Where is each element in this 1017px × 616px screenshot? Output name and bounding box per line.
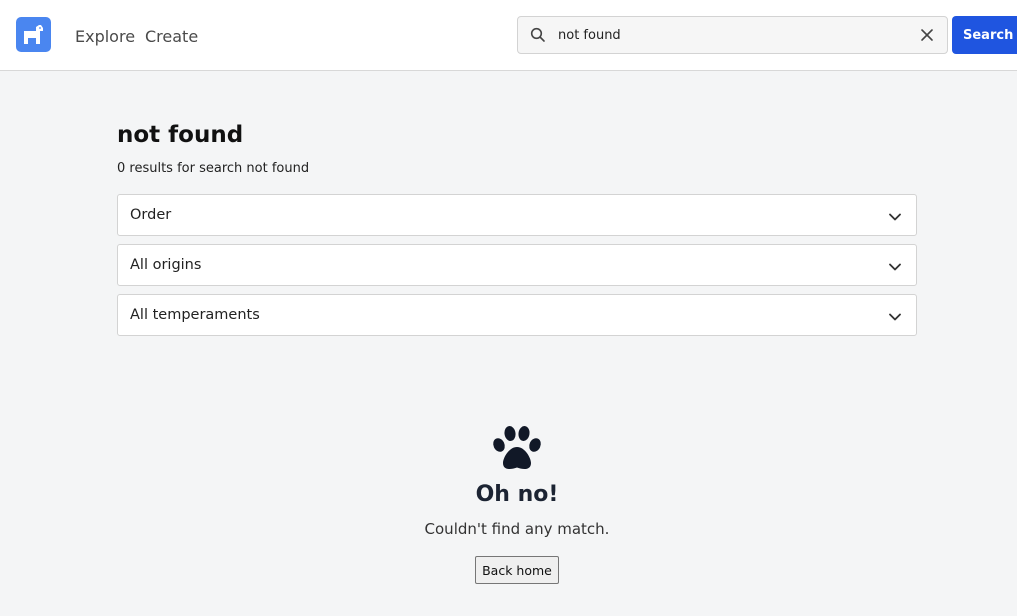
page-title: not found: [117, 122, 244, 148]
logo-home-link[interactable]: [16, 17, 51, 52]
back-home-button[interactable]: Back home: [475, 556, 559, 584]
clear-search-icon[interactable]: [919, 27, 935, 43]
nav-create-link[interactable]: Create: [145, 27, 198, 46]
order-select-label: Order: [130, 207, 172, 223]
origins-select[interactable]: All origins: [117, 244, 917, 286]
empty-state: Oh no! Couldn't find any match. Back hom…: [317, 420, 717, 584]
temperaments-select[interactable]: All temperaments: [117, 294, 917, 336]
order-select[interactable]: Order: [117, 194, 917, 236]
temperaments-select-label: All temperaments: [130, 307, 260, 323]
search-input[interactable]: [558, 17, 898, 53]
empty-state-title: Oh no!: [475, 482, 559, 507]
dog-logo-icon: [24, 25, 43, 44]
navbar: Explore Create Search: [0, 0, 1017, 71]
chevron-down-icon: [888, 209, 902, 228]
chevron-down-icon: [888, 259, 902, 278]
origins-select-label: All origins: [130, 257, 202, 273]
result-count: 0 results for search not found: [117, 161, 310, 176]
chevron-down-icon: [888, 309, 902, 328]
search-icon: [530, 27, 546, 47]
search-box: [517, 16, 948, 54]
paw-icon: [490, 425, 544, 477]
empty-state-message: Couldn't find any match.: [424, 520, 610, 538]
nav-explore-link[interactable]: Explore: [75, 27, 135, 46]
search-button[interactable]: Search: [952, 16, 1017, 54]
